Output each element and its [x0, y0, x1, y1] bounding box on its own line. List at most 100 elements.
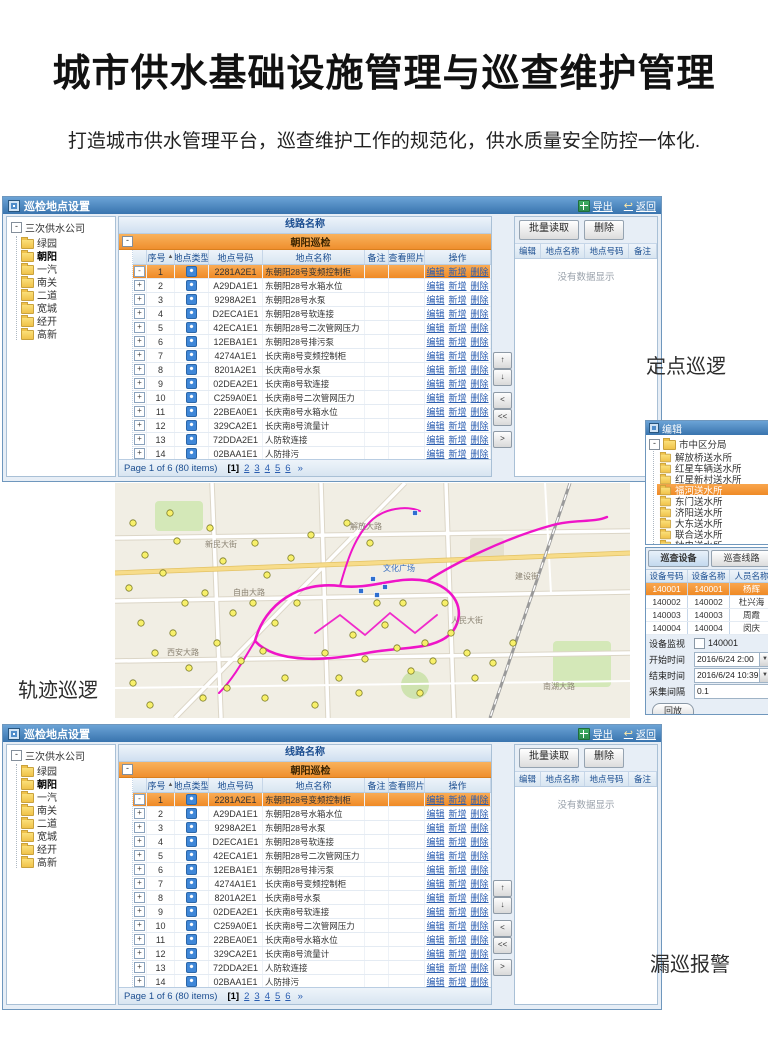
add-link[interactable]: 新增 — [449, 265, 467, 278]
export-button[interactable]: 导出 — [578, 198, 613, 213]
delete-link[interactable]: 删除 — [471, 433, 489, 446]
add-link[interactable]: 新增 — [449, 891, 467, 904]
point-row[interactable]: + 7 4274A1E1 长庆南8号变频控制柜 编辑新增删除 — [133, 877, 491, 891]
edit-link[interactable]: 编辑 — [426, 363, 444, 376]
expand-icon[interactable]: + — [134, 836, 145, 847]
patrol-point-marker[interactable] — [182, 600, 188, 606]
station-marker[interactable] — [375, 593, 380, 598]
expand-icon[interactable]: + — [134, 962, 145, 973]
patrol-point-marker[interactable] — [220, 558, 226, 564]
tree-item-district[interactable]: 经开 — [21, 842, 115, 855]
delete-link[interactable]: 删除 — [471, 279, 489, 292]
add-link[interactable]: 新增 — [449, 961, 467, 974]
page-link[interactable]: [1] — [227, 463, 239, 474]
patrol-point-marker[interactable] — [510, 640, 516, 646]
patrol-point-marker[interactable] — [142, 552, 148, 558]
tree-item-district[interactable]: 经开 — [21, 314, 115, 327]
tree-item-district[interactable]: 一汽 — [21, 262, 115, 275]
add-link[interactable]: 新增 — [449, 293, 467, 306]
tree-item-district[interactable]: 朝阳 — [21, 777, 115, 790]
patrol-point-marker[interactable] — [336, 675, 342, 681]
page-link[interactable]: 6 — [285, 463, 290, 474]
point-row[interactable]: + 3 9298A2E1 东朝阳28号水泵 编辑新增删除 — [133, 293, 491, 307]
delete-link[interactable]: 删除 — [471, 335, 489, 348]
tree-item-district[interactable]: 二道 — [21, 288, 115, 301]
expand-icon[interactable]: + — [134, 976, 145, 987]
patrol-point-marker[interactable] — [374, 600, 380, 606]
patrol-point-marker[interactable] — [207, 525, 213, 531]
patrol-point-marker[interactable] — [147, 702, 153, 708]
point-row[interactable]: + 12 329CA2E1 长庆南8号流量计 编辑新增删除 — [133, 419, 491, 433]
expand-icon[interactable]: + — [134, 850, 145, 861]
point-row[interactable]: + 6 12EBA1E1 东朝阳28号排污泵 编辑新增删除 — [133, 335, 491, 349]
expand-icon[interactable]: + — [134, 336, 145, 347]
patrol-point-marker[interactable] — [312, 702, 318, 708]
col-code[interactable]: 地点号码 — [209, 778, 263, 792]
col-photo[interactable]: 查看照片 — [389, 778, 425, 792]
page-link[interactable]: 4 — [265, 463, 270, 474]
delete-link[interactable]: 删除 — [471, 905, 489, 918]
col-name[interactable]: 地点名称 — [263, 250, 365, 264]
col-photo[interactable]: 查看照片 — [389, 250, 425, 264]
tree-item-district[interactable]: 绿园 — [21, 764, 115, 777]
expand-icon[interactable]: + — [134, 322, 145, 333]
patrol-point-marker[interactable] — [464, 650, 470, 656]
col-type[interactable]: 地点类型 — [175, 250, 209, 264]
edit-link[interactable]: 编辑 — [426, 793, 444, 806]
station-marker[interactable] — [359, 589, 364, 594]
move-button[interactable]: << — [493, 409, 512, 426]
patrol-point-marker[interactable] — [382, 622, 388, 628]
export-button[interactable]: 导出 — [578, 726, 613, 741]
tree-item-district[interactable]: 高新 — [21, 327, 115, 340]
edit-link[interactable]: 编辑 — [426, 307, 444, 320]
edit-link[interactable]: 编辑 — [426, 391, 444, 404]
col-name[interactable]: 地点名称 — [263, 778, 365, 792]
point-row[interactable]: + 8 8201A2E1 长庆南8号水泵 编辑新增删除 — [133, 363, 491, 377]
patrol-point-marker[interactable] — [130, 520, 136, 526]
expand-icon[interactable]: + — [134, 280, 145, 291]
edit-link[interactable]: 编辑 — [426, 891, 444, 904]
add-link[interactable]: 新增 — [449, 377, 467, 390]
end-time-select[interactable]: 2016/6/24 10:39▼ — [694, 668, 768, 683]
move-button[interactable]: < — [493, 920, 512, 937]
patrol-point-marker[interactable] — [362, 656, 368, 662]
point-row[interactable]: + 2 A29DA1E1 东朝阳28号水箱水位 编辑新增删除 — [133, 279, 491, 293]
edit-link[interactable]: 编辑 — [426, 849, 444, 862]
expand-icon[interactable]: + — [134, 350, 145, 361]
patrol-point-marker[interactable] — [260, 648, 266, 654]
patrol-point-marker[interactable] — [490, 660, 496, 666]
page-link[interactable]: [1] — [227, 991, 239, 1002]
point-row[interactable]: + 2 A29DA1E1 东朝阳28号水箱水位 编辑新增删除 — [133, 807, 491, 821]
edit-link[interactable]: 编辑 — [426, 321, 444, 334]
delete-link[interactable]: 删除 — [471, 793, 489, 806]
point-row[interactable]: + 8 8201A2E1 长庆南8号水泵 编辑新增删除 — [133, 891, 491, 905]
page-link[interactable]: 2 — [244, 463, 249, 474]
delete-link[interactable]: 删除 — [471, 405, 489, 418]
tree-item-district[interactable]: 高新 — [21, 855, 115, 868]
selected-route-row[interactable]: - 朝阳巡检 — [119, 762, 491, 778]
patrol-point-marker[interactable] — [442, 600, 448, 606]
add-link[interactable]: 新增 — [449, 919, 467, 932]
batch-read-button[interactable]: 批量读取 — [519, 748, 579, 768]
delete-link[interactable]: 删除 — [471, 363, 489, 376]
edit-link[interactable]: 编辑 — [426, 265, 444, 278]
patrol-point-marker[interactable] — [448, 630, 454, 636]
delete-link[interactable]: 删除 — [471, 849, 489, 862]
point-row[interactable]: + 9 02DEA2E1 长庆南8号软连接 编辑新增删除 — [133, 377, 491, 391]
point-row[interactable]: - 1 2281A2E1 东朝阳28号变频控制柜 编辑新增删除 — [133, 265, 491, 279]
expand-icon[interactable]: + — [134, 434, 145, 445]
expand-icon[interactable]: - — [134, 794, 145, 805]
edit-link[interactable]: 编辑 — [426, 377, 444, 390]
station-marker[interactable] — [413, 511, 418, 516]
patrol-point-marker[interactable] — [130, 680, 136, 686]
delete-link[interactable]: 删除 — [471, 919, 489, 932]
point-row[interactable]: + 11 22BEA0E1 长庆南8号水箱水位 编辑新增删除 — [133, 405, 491, 419]
move-button[interactable]: > — [493, 431, 512, 448]
delete-link[interactable]: 删除 — [471, 835, 489, 848]
tree-item-district[interactable]: 一汽 — [21, 790, 115, 803]
delete-link[interactable]: 删除 — [471, 877, 489, 890]
patrol-point-marker[interactable] — [394, 645, 400, 651]
expand-icon[interactable]: - — [134, 266, 145, 277]
add-link[interactable]: 新增 — [449, 793, 467, 806]
delete-link[interactable]: 删除 — [471, 377, 489, 390]
